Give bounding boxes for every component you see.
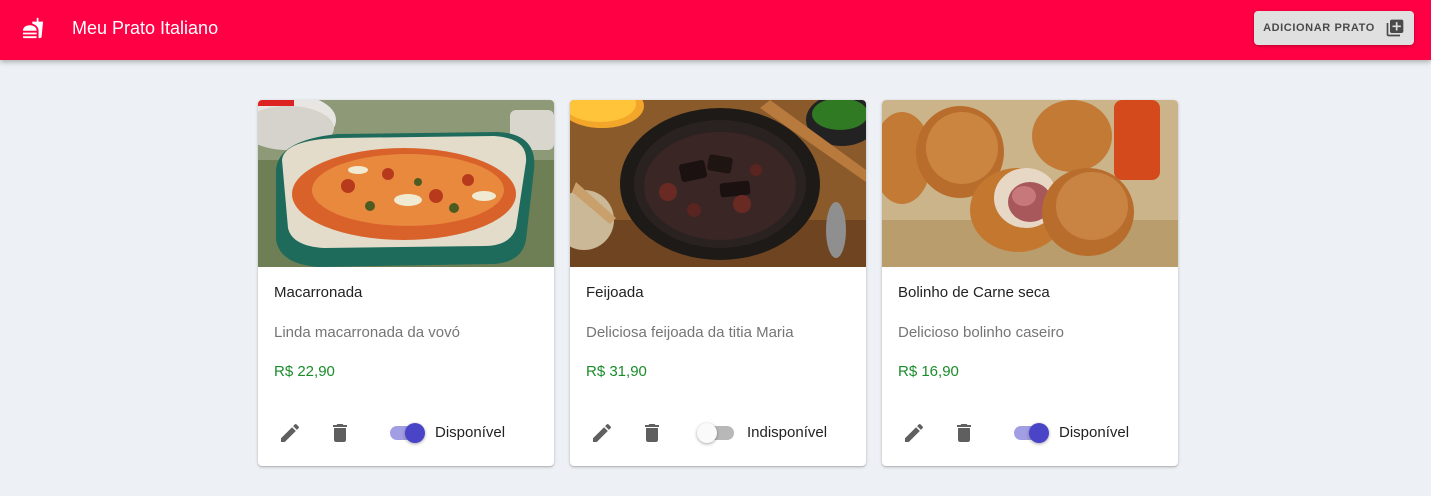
dish-card: Feijoada Deliciosa feijoada da titia Mar… bbox=[570, 100, 866, 466]
edit-icon[interactable] bbox=[278, 421, 302, 445]
dish-price: R$ 16,90 bbox=[898, 363, 959, 380]
fast-food-logo-icon bbox=[22, 17, 44, 39]
dish-name: Macarronada bbox=[274, 284, 363, 301]
delete-icon[interactable] bbox=[328, 421, 352, 445]
delete-icon[interactable] bbox=[640, 421, 664, 445]
availability-label: Indisponível bbox=[747, 424, 828, 441]
availability-switch[interactable] bbox=[1011, 422, 1049, 444]
edit-icon[interactable] bbox=[902, 421, 926, 445]
availability-label: Disponível bbox=[435, 424, 506, 441]
dish-price: R$ 31,90 bbox=[586, 363, 647, 380]
availability-label: Disponível bbox=[1059, 424, 1130, 441]
availability-switch[interactable] bbox=[697, 422, 735, 444]
dish-name: Feijoada bbox=[586, 284, 644, 301]
edit-icon[interactable] bbox=[590, 421, 614, 445]
availability-switch[interactable] bbox=[387, 422, 425, 444]
dish-image-macarronada bbox=[258, 100, 554, 267]
add-dish-button-label: Adicionar Prato bbox=[1263, 22, 1375, 34]
app-bar: Meu Prato Italiano Adicionar Prato bbox=[0, 0, 1431, 60]
library-add-icon bbox=[1386, 19, 1404, 37]
app-title: Meu Prato Italiano bbox=[72, 18, 219, 38]
delete-icon[interactable] bbox=[952, 421, 976, 445]
dish-price: R$ 22,90 bbox=[274, 363, 335, 380]
dish-image-feijoada bbox=[570, 100, 866, 267]
dish-description: Deliciosa feijoada da titia Maria bbox=[586, 324, 794, 341]
dish-name: Bolinho de Carne seca bbox=[898, 284, 1050, 301]
dish-card: Bolinho de Carne seca Delicioso bolinho … bbox=[882, 100, 1178, 466]
add-dish-button[interactable]: Adicionar Prato bbox=[1254, 11, 1414, 45]
dish-description: Delicioso bolinho caseiro bbox=[898, 324, 1064, 341]
dish-image-bolinho bbox=[882, 100, 1178, 267]
dish-description: Linda macarronada da vovó bbox=[274, 324, 460, 341]
dish-card: Macarronada Linda macarronada da vovó R$… bbox=[258, 100, 554, 466]
